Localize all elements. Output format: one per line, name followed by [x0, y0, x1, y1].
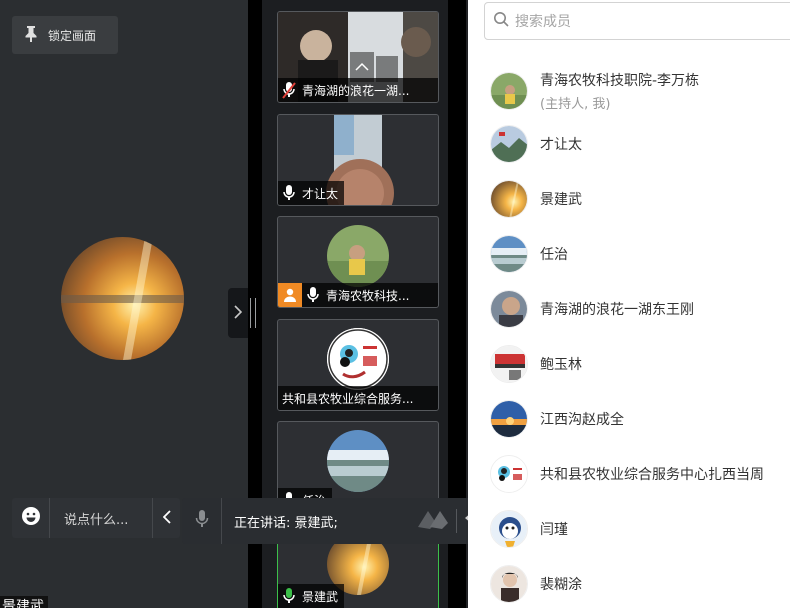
member-panel: 搜索成员 青海农牧科技职院-李万栋 (主持人, 我) 才让太 景建武 任治 青海… [468, 0, 790, 608]
tile-name: 共和县农牧业综合服务... [282, 391, 414, 406]
tile-name: 青海湖的浪花一湖... [302, 83, 410, 98]
member-name: 景建武 [540, 192, 582, 208]
resize-handle[interactable] [250, 298, 256, 328]
chevron-left-icon [162, 509, 171, 528]
tile-avatar [327, 225, 389, 287]
chat-input[interactable]: 说点什么... [50, 509, 152, 528]
video-tile[interactable]: 青海农牧科技... [277, 216, 439, 308]
avatar [490, 510, 528, 548]
member-name: 江西沟赵成全 [540, 412, 624, 428]
speaking-status: 正在讲话: 景建武; [234, 515, 338, 531]
tile-avatar [327, 430, 389, 492]
host-badge-icon [278, 283, 302, 307]
member-item[interactable]: 鲍玉林 [490, 345, 582, 383]
member-item[interactable]: 青海湖的浪花一湖东王刚 [490, 290, 694, 328]
lock-view-label: 锁定画面 [48, 28, 97, 43]
avatar [490, 125, 528, 163]
speaker-name-tag: 景建武 [0, 596, 48, 608]
video-tile[interactable]: 共和县农牧业综合服务... [277, 319, 439, 411]
speaker-avatar [61, 237, 184, 360]
member-name: 共和县农牧业综合服务中心扎西当周 [540, 467, 764, 483]
emoji-icon [21, 506, 41, 530]
member-role: (主持人, 我) [540, 97, 611, 112]
tile-name: 景建武 [302, 589, 339, 604]
member-item[interactable]: 青海农牧科技职院-李万栋 (主持人, 我) [490, 70, 699, 112]
mic-icon [282, 184, 296, 202]
tile-name: 才让太 [302, 186, 339, 201]
mic-muted-icon [282, 81, 296, 99]
member-item[interactable]: 景建武 [490, 180, 582, 218]
mic-icon [195, 509, 209, 533]
chat-bar: 说点什么... [12, 498, 180, 538]
member-item[interactable]: 才让太 [490, 125, 582, 163]
member-item[interactable]: 闫瑾 [490, 510, 568, 548]
video-tile[interactable]: 青海湖的浪花一湖... [277, 11, 439, 103]
avatar [490, 290, 528, 328]
mic-toggle-button[interactable] [182, 498, 222, 544]
avatar [490, 455, 528, 493]
member-name: 才让太 [540, 137, 582, 153]
chevron-right-icon [234, 304, 243, 323]
pin-icon [24, 25, 48, 46]
member-name: 青海农牧科技职院-李万栋 [540, 73, 700, 89]
member-name: 任治 [540, 247, 568, 263]
search-icon [493, 11, 509, 31]
mic-icon [306, 286, 320, 304]
member-item[interactable]: 裴糊涂 [490, 565, 582, 603]
whiteboard-icon[interactable] [416, 507, 450, 535]
member-name: 鲍玉林 [540, 357, 582, 373]
member-name: 闫瑾 [540, 522, 568, 538]
avatar [490, 72, 528, 110]
tile-name: 青海农牧科技... [326, 288, 410, 303]
avatar [490, 400, 528, 438]
tile-avatar [327, 328, 389, 390]
avatar [490, 180, 528, 218]
member-item[interactable]: 江西沟赵成全 [490, 400, 624, 438]
video-tile[interactable]: 才让太 [277, 114, 439, 206]
member-item[interactable]: 任治 [490, 235, 568, 273]
member-name: 青海湖的浪花一湖东王刚 [540, 302, 694, 318]
mic-active-icon [282, 587, 296, 605]
member-item[interactable]: 共和县农牧业综合服务中心扎西当周 [490, 455, 764, 493]
avatar [490, 565, 528, 603]
avatar [490, 345, 528, 383]
expand-strip-button[interactable] [228, 288, 248, 338]
avatar [490, 235, 528, 273]
emoji-button[interactable] [12, 498, 50, 538]
member-name: 裴糊涂 [540, 577, 582, 593]
collapse-chat-button[interactable] [152, 498, 180, 538]
member-search-input[interactable]: 搜索成员 [484, 2, 790, 40]
lock-view-button[interactable]: 锁定画面 [12, 16, 118, 54]
speaking-bar: 正在讲话: 景建武; [182, 498, 497, 544]
